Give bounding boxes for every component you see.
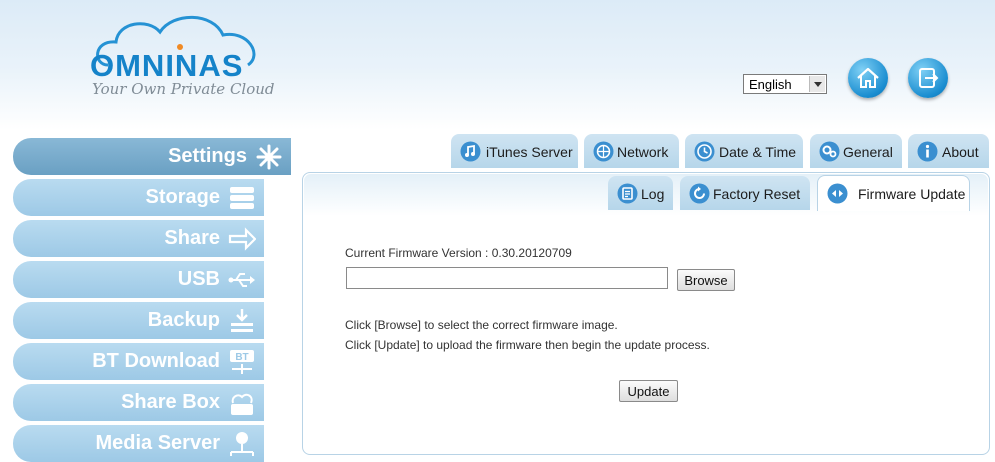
svg-text:BT: BT (235, 352, 248, 363)
tab-general[interactable]: General (810, 134, 902, 168)
itunes-icon (460, 141, 481, 162)
tab-network[interactable]: Network (584, 134, 679, 168)
tab-firmware-update[interactable]: Firmware Update (817, 175, 970, 211)
sidebar-item-label: Share Box (121, 391, 220, 413)
tab-label: Firmware Update (858, 186, 966, 202)
tab-label: iTunes Server (486, 144, 573, 160)
tab-itunes-server[interactable]: iTunes Server (451, 134, 578, 168)
tab-date-time[interactable]: Date & Time (685, 134, 803, 168)
sidebar-item-usb[interactable]: USB (13, 261, 264, 298)
tab-log[interactable]: Log (608, 176, 673, 210)
sidebar-item-label: Settings (168, 145, 247, 167)
browse-hint-text: Click [Browse] to select the correct fir… (345, 318, 618, 332)
reset-icon (689, 183, 710, 204)
sidebar-item-settings[interactable]: Settings (13, 138, 291, 175)
home-button[interactable] (848, 58, 888, 98)
brand-logo: OMNINAS (90, 48, 244, 83)
update-hint-text: Click [Update] to upload the firmware th… (345, 338, 710, 352)
brand-tagline: Your Own Private Cloud (92, 80, 275, 98)
language-select[interactable]: English (743, 74, 827, 94)
sidebar-item-label: Storage (145, 186, 220, 208)
sidebar-item-label: USB (177, 268, 220, 290)
sidebar-item-share[interactable]: Share (13, 220, 264, 257)
sidebar-item-label: Media Server (95, 432, 220, 454)
gears-icon (819, 141, 840, 162)
tab-label: Date & Time (719, 144, 797, 160)
firmware-file-input[interactable] (346, 267, 668, 289)
tab-label: Log (641, 186, 665, 202)
sidebar-item-bt-download[interactable]: BT Download BT (13, 343, 264, 380)
firmware-version-label: Current Firmware Version : 0.30.20120709 (345, 246, 572, 260)
sidebar-item-label: Backup (147, 309, 220, 331)
update-button[interactable]: Update (619, 380, 678, 402)
tab-label: About (942, 144, 979, 160)
firmware-icon (827, 183, 848, 204)
sidebar-item-label: BT Download (92, 350, 220, 372)
tab-about[interactable]: About (908, 134, 989, 168)
bt-download-icon: BT (230, 350, 254, 374)
sidebar-item-share-box[interactable]: Share Box (13, 384, 264, 421)
usb-icon (228, 273, 255, 287)
storage-icon (230, 187, 254, 209)
settings-icon (256, 144, 282, 170)
network-icon (593, 141, 614, 162)
tab-factory-reset[interactable]: Factory Reset (680, 176, 810, 210)
sidebar-item-backup[interactable]: Backup (13, 302, 264, 339)
sidebar-item-media-server[interactable]: Media Server (13, 425, 264, 462)
language-select-value: English (749, 77, 792, 92)
tab-label: Network (617, 144, 669, 160)
clock-icon (694, 141, 715, 162)
browse-button[interactable]: Browse (677, 269, 735, 291)
log-icon (617, 183, 638, 204)
media-server-icon (230, 432, 254, 456)
sidebar-item-label: Share (164, 227, 220, 249)
tab-label: Factory Reset (713, 186, 801, 202)
logout-icon (919, 68, 939, 88)
share-box-icon (231, 393, 253, 415)
chevron-down-icon (809, 76, 825, 92)
settings-panel (302, 172, 990, 455)
backup-icon (231, 309, 253, 332)
logout-button[interactable] (908, 58, 948, 98)
tab-label: General (843, 144, 893, 160)
home-icon (857, 67, 879, 88)
share-icon (228, 227, 256, 251)
sidebar-item-storage[interactable]: Storage (13, 179, 264, 216)
info-icon (917, 141, 938, 162)
header-banner: OMNINAS Your Own Private Cloud English (0, 0, 995, 130)
